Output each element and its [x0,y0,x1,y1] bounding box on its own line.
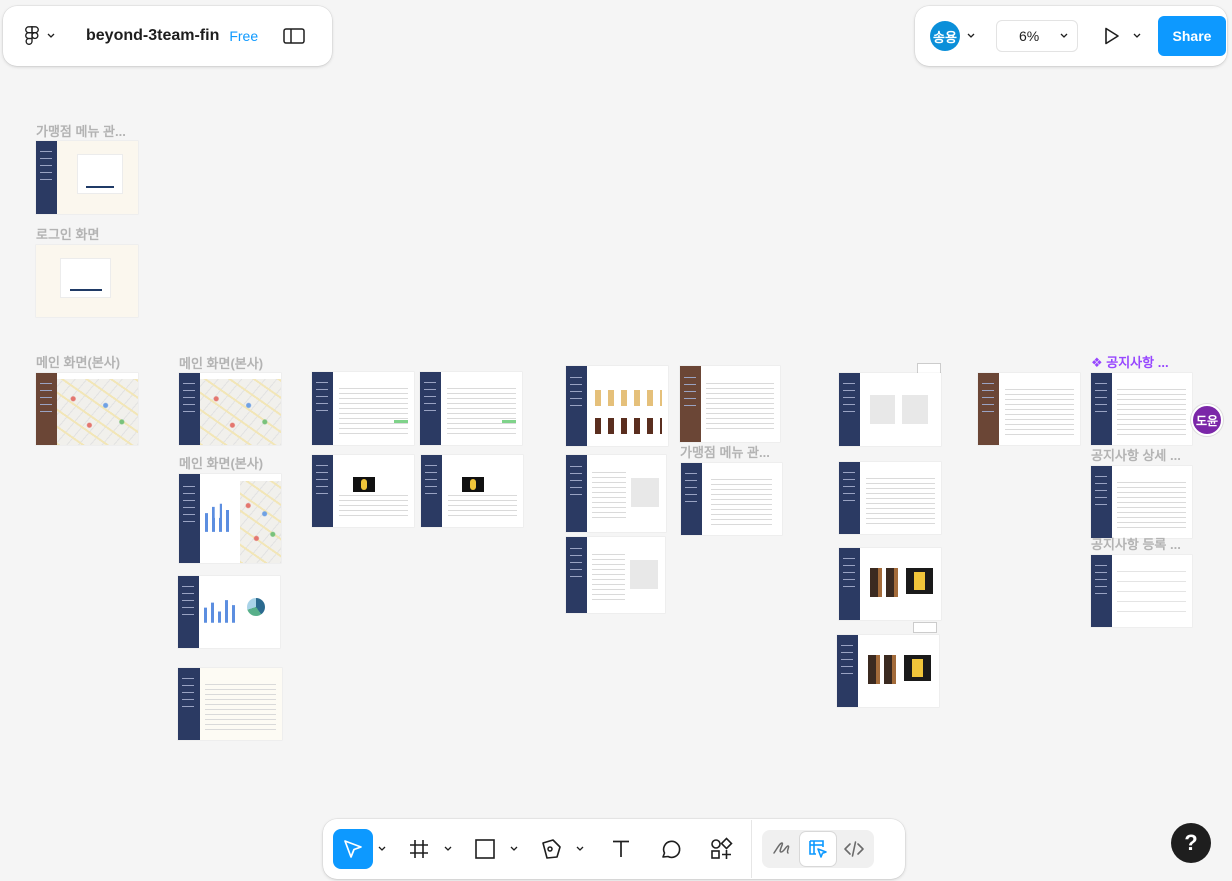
draw-scribble-icon [773,842,790,854]
frame-thumbnail[interactable] [1091,555,1192,627]
frame-tool-options[interactable] [439,829,457,869]
frame-thumbnail[interactable] [839,373,941,446]
pen-tool-button[interactable] [531,829,571,869]
frame-thumbnail[interactable] [179,373,281,445]
frame-hash-icon [410,840,428,858]
frame-label-franchise-menu[interactable]: 가맹점 메뉴 관... [680,442,770,461]
frame-label-franchise-menu[interactable]: 가맹점 메뉴 관... [36,121,126,140]
text-t-icon [613,840,629,857]
pen-tool-options[interactable] [571,829,589,869]
frame-thumbnail[interactable] [312,372,414,445]
frame-thumbnail[interactable] [566,366,668,446]
chevron-down-icon [510,846,518,851]
frame-thumbnail[interactable] [839,548,941,620]
frame-label-login[interactable]: 로그인 화면 [36,224,99,243]
chevron-down-icon [444,846,452,851]
comment-tool-button[interactable] [651,829,691,869]
frame-thumbnail[interactable] [681,463,782,535]
shape-tool-options[interactable] [505,829,523,869]
frame-label-main-hq[interactable]: 메인 화면(본사) [179,353,263,372]
frame-label-notice[interactable]: ❖ 공지사항 ... [1091,352,1169,371]
frame-thumbnail[interactable] [36,373,138,445]
frame-thumbnail[interactable] [839,462,941,534]
pen-nib-icon [542,839,561,859]
text-tool-button[interactable] [601,829,641,869]
mode-switcher [762,830,874,868]
frame-thumbnail[interactable] [837,635,939,707]
frame-label-notice-detail[interactable]: 공지사항 상세 ... [1091,445,1181,464]
frame-thumbnail[interactable] [421,455,523,527]
frame-thumbnail[interactable] [680,366,780,442]
frame-thumbnail[interactable] [566,455,666,532]
design-mode-icon [809,840,827,858]
move-tool-options[interactable] [373,829,391,869]
frame-thumbnail[interactable] [566,537,665,613]
frame-thumbnail[interactable] [420,372,522,445]
shape-tool-button[interactable] [465,829,505,869]
frame-thumbnail[interactable] [312,455,414,527]
frame-tool-button[interactable] [399,829,439,869]
comment-bubble-icon [662,840,681,859]
help-button[interactable]: ? [1171,823,1211,863]
chevron-down-icon [378,846,386,851]
toolbar-divider [751,820,752,878]
bottom-toolbar [323,819,905,879]
move-tool-button[interactable] [333,829,373,869]
assets-shapes-icon [711,837,733,859]
frame-thumbnail[interactable] [36,141,138,214]
sticky-note[interactable] [913,622,937,633]
frame-label-notice-register[interactable]: 공지사항 등록 ... [1091,534,1181,553]
frame-label-main-hq[interactable]: 메인 화면(본사) [36,352,120,371]
frame-thumbnail[interactable] [179,474,281,563]
rectangle-icon [475,839,495,859]
canvas[interactable]: 가맹점 메뉴 관... 로그인 화면 메인 화면(본사) 메인 화면(본사) 메… [0,0,1232,881]
design-mode-button[interactable] [800,832,836,866]
frame-thumbnail[interactable] [1091,373,1192,445]
collaborator-avatar[interactable]: 도윤 [1191,404,1223,436]
dev-mode-button[interactable] [836,832,872,866]
frame-thumbnail[interactable] [178,576,280,648]
frame-thumbnail[interactable] [978,373,1080,445]
frame-thumbnail[interactable] [178,668,282,740]
draw-mode-button[interactable] [764,832,800,866]
frame-thumbnail[interactable] [1091,466,1192,538]
frame-label-main-hq[interactable]: 메인 화면(본사) [179,453,263,472]
code-brackets-icon [844,841,864,857]
cursor-arrow-icon [344,840,362,858]
actions-tool-button[interactable] [701,829,741,869]
frame-thumbnail[interactable] [36,245,138,317]
chevron-down-icon [576,846,584,851]
